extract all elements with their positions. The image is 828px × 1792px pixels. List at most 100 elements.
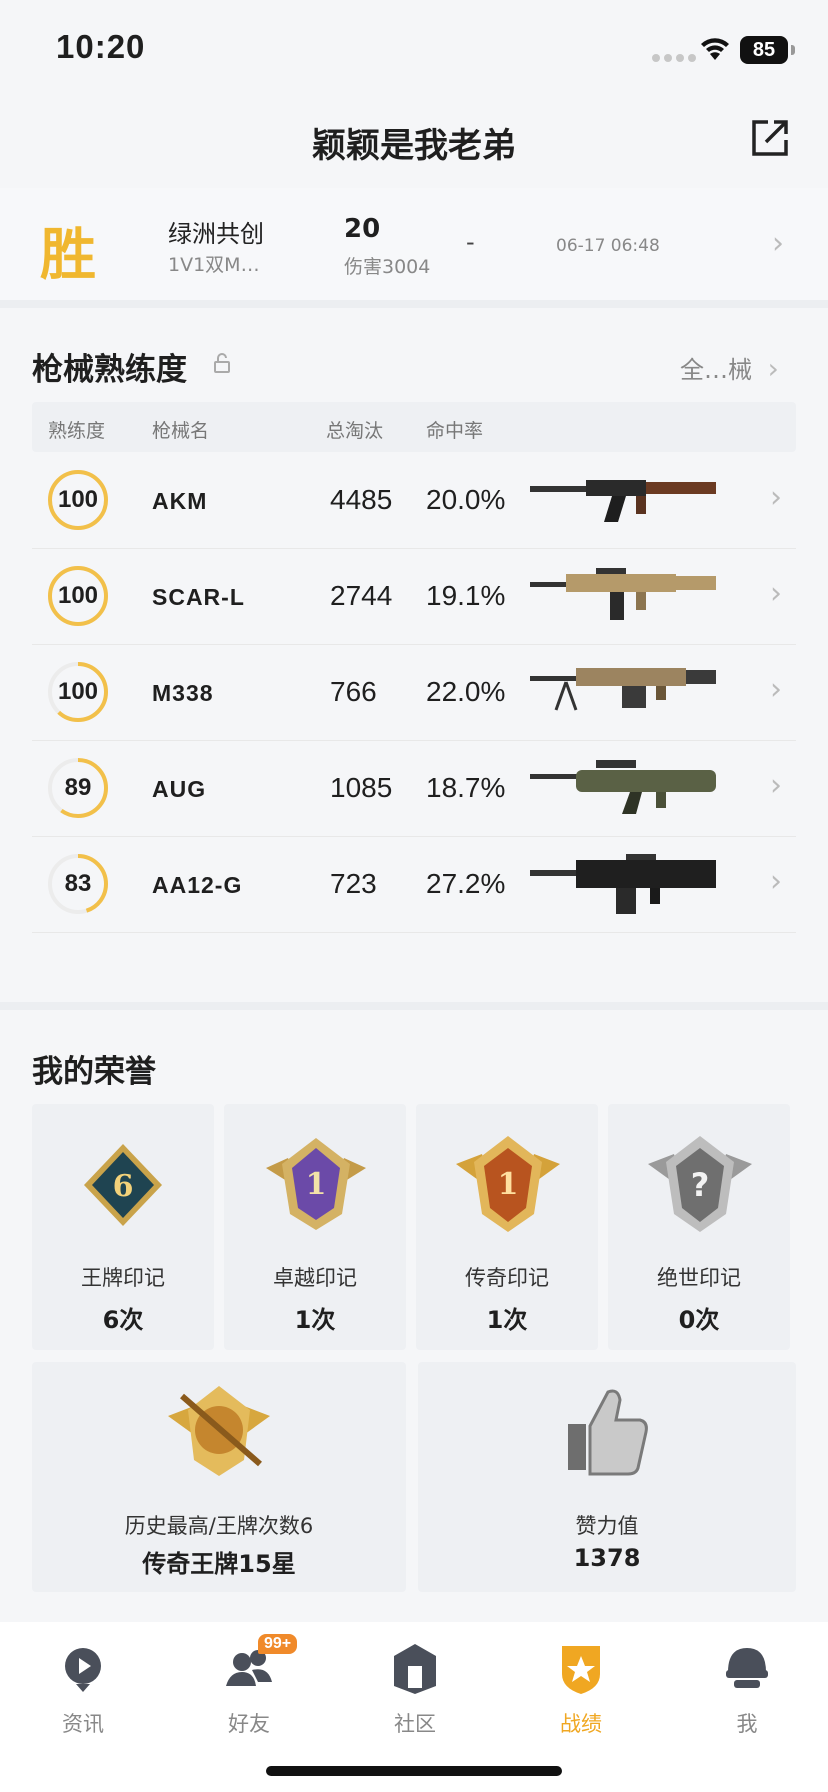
tab-stats[interactable]: 战绩 xyxy=(498,1622,664,1762)
news-icon xyxy=(65,1648,101,1692)
chevron-right-icon[interactable]: › xyxy=(770,672,782,707)
weapon-section-title: 枪械熟练度 xyxy=(32,352,187,388)
weapon-name: SCAR-L xyxy=(152,584,245,610)
weapon-row[interactable]: 83 AA12-G 723 27.2% › xyxy=(32,836,796,933)
weapon-image xyxy=(530,668,716,711)
signal-icon xyxy=(652,54,696,62)
chevron-right-icon[interactable]: › xyxy=(770,864,782,899)
highest-rank-label: 历史最高/王牌次数6 xyxy=(124,1514,314,1538)
lock-icon[interactable] xyxy=(212,352,232,374)
weapon-image xyxy=(530,854,716,914)
likes-card[interactable]: 赞力值 1378 xyxy=(418,1362,796,1592)
tab-me[interactable]: 我 xyxy=(664,1622,828,1762)
weapon-row[interactable]: 100 AKM 4485 20.0% › xyxy=(32,452,796,549)
weapon-kills: 723 xyxy=(330,868,377,899)
weapon-image xyxy=(530,568,716,620)
weapon-name: AUG xyxy=(152,776,207,802)
weapon-accuracy: 20.0% xyxy=(426,484,506,515)
honor-label: 王牌印记 xyxy=(81,1266,165,1290)
svg-text:6: 6 xyxy=(113,1169,134,1204)
weapon-table-header: 熟练度 枪械名 总淘汰 命中率 xyxy=(32,402,796,452)
battery-cap xyxy=(791,45,795,55)
honor-label: 绝世印记 xyxy=(657,1266,741,1290)
weapon-accuracy: 27.2% xyxy=(426,868,506,899)
weapon-name: AA12-G xyxy=(152,872,243,898)
home-indicator[interactable] xyxy=(266,1766,562,1776)
community-icon xyxy=(394,1644,436,1694)
friends-badge: 99+ xyxy=(258,1634,298,1654)
excellence-mark-icon: 1 xyxy=(266,1138,366,1230)
recent-match-card[interactable] xyxy=(0,188,828,300)
ace-mark-icon: 6 xyxy=(84,1144,162,1226)
section-separator xyxy=(0,300,828,308)
tab-news[interactable]: 资讯 xyxy=(0,1622,166,1762)
weapon-row[interactable]: 89 AUG 1085 18.7% › xyxy=(32,740,796,837)
proficiency-value: 100 xyxy=(57,582,99,609)
weapon-kills: 2744 xyxy=(330,580,393,611)
weapon-accuracy: 19.1% xyxy=(426,580,506,611)
all-weapons-link[interactable]: 全…械 › xyxy=(680,350,779,385)
stats-icon xyxy=(562,1646,600,1694)
col-name: 枪械名 xyxy=(152,420,210,442)
likes-value: 1378 xyxy=(573,1544,641,1572)
wifi-icon xyxy=(701,38,729,60)
svg-text:1: 1 xyxy=(498,1167,519,1202)
honor-card-legend[interactable]: 1 传奇印记 1次 xyxy=(416,1104,598,1350)
honor-section-title: 我的荣誉 xyxy=(32,1054,156,1090)
chevron-right-icon[interactable]: › xyxy=(770,576,782,611)
weapon-accuracy: 22.0% xyxy=(426,676,506,707)
chevron-right-icon[interactable]: › xyxy=(770,480,782,515)
share-icon[interactable] xyxy=(748,116,792,160)
match-time: 06-17 06:48 xyxy=(556,236,660,256)
proficiency-value: 100 xyxy=(57,678,99,705)
weapon-row[interactable]: 100 M338 766 22.0% › xyxy=(32,644,796,741)
section-separator xyxy=(0,1002,828,1010)
weapon-name: AKM xyxy=(152,488,208,514)
tab-friends[interactable]: 99+ 好友 xyxy=(166,1622,332,1762)
battery-icon: 85 xyxy=(740,36,788,64)
match-mode: 1V1双M… xyxy=(168,254,260,276)
all-weapons-label: 全…械 xyxy=(680,356,752,384)
col-accuracy: 命中率 xyxy=(426,420,484,442)
weapon-kills: 1085 xyxy=(330,772,393,803)
proficiency-value: 100 xyxy=(57,486,99,513)
tab-label: 好友 xyxy=(228,1712,270,1736)
thumbs-up-icon xyxy=(568,1389,648,1476)
weapon-kills: 4485 xyxy=(330,484,393,515)
tab-label: 社区 xyxy=(394,1712,436,1736)
highest-rank-card[interactable]: 历史最高/王牌次数6 传奇王牌15星 xyxy=(32,1362,406,1592)
weapon-accuracy: 18.7% xyxy=(426,772,506,803)
honor-card-ace[interactable]: 6 王牌印记 6次 xyxy=(32,1104,214,1350)
tab-label: 我 xyxy=(736,1712,758,1736)
status-time: 10:20 xyxy=(56,28,146,65)
honor-count: 1次 xyxy=(486,1306,528,1334)
tab-community[interactable]: 社区 xyxy=(332,1622,498,1762)
honor-count: 6次 xyxy=(102,1306,144,1334)
honor-card-excellence[interactable]: 1 卓越印记 1次 xyxy=(224,1104,406,1350)
svg-text:1: 1 xyxy=(306,1167,327,1202)
match-damage: 伤害3004 xyxy=(344,256,431,278)
peerless-mark-icon: ? xyxy=(648,1136,752,1232)
chevron-right-icon[interactable]: › xyxy=(770,768,782,803)
honor-count: 1次 xyxy=(294,1306,336,1334)
weapon-kills: 766 xyxy=(330,676,377,707)
match-kills: 20 xyxy=(344,214,381,244)
page-title: 颖颖是我老弟 xyxy=(312,126,516,166)
chevron-right-icon[interactable]: › xyxy=(772,226,784,261)
honor-label: 传奇印记 xyxy=(465,1266,549,1290)
svg-text:?: ? xyxy=(691,1166,710,1204)
likes-label: 赞力值 xyxy=(575,1514,639,1538)
weapon-name: M338 xyxy=(152,680,214,706)
match-result: 胜 xyxy=(40,222,96,288)
tab-label: 资讯 xyxy=(62,1712,104,1736)
weapon-row[interactable]: 100 SCAR-L 2744 19.1% › xyxy=(32,548,796,645)
match-rank: - xyxy=(466,228,475,256)
honor-card-peerless[interactable]: ? 绝世印记 0次 xyxy=(608,1104,790,1350)
chevron-right-icon: › xyxy=(767,352,779,385)
weapon-image xyxy=(530,760,716,814)
tab-label: 战绩 xyxy=(560,1712,602,1736)
match-map: 绿洲共创 xyxy=(168,220,264,248)
weapon-image xyxy=(530,480,716,522)
honor-label: 卓越印记 xyxy=(273,1266,357,1290)
proficiency-value: 89 xyxy=(64,774,92,801)
